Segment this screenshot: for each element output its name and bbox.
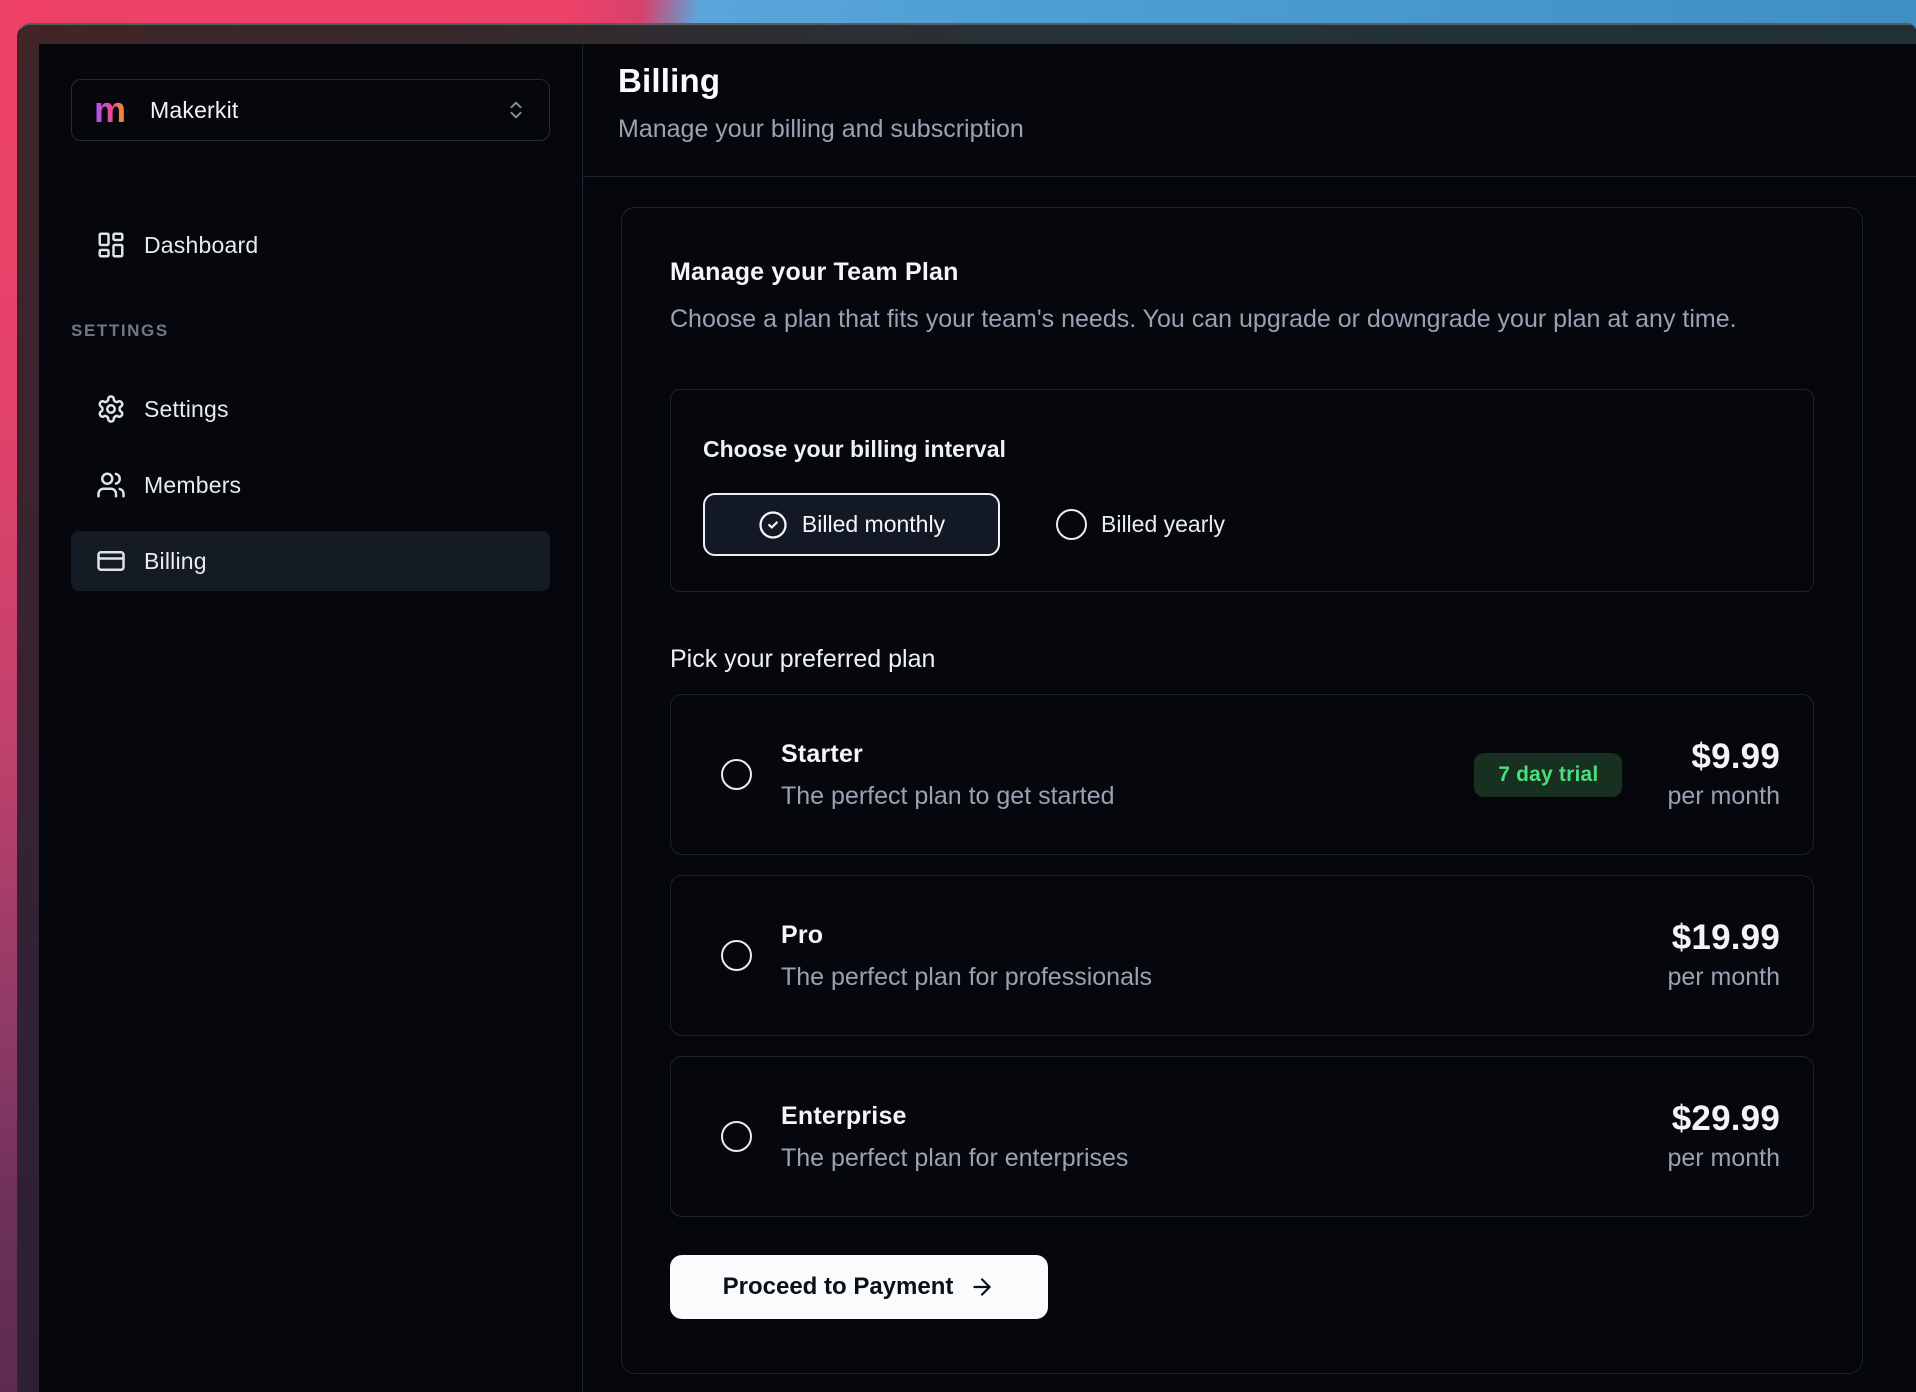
team-plan-card: Manage your Team Plan Choose a plan that… <box>621 207 1863 1374</box>
page-header: Billing Manage your billing and subscrip… <box>583 44 1916 177</box>
window-frame-top <box>18 25 1916 44</box>
team-selector[interactable]: m Makerkit <box>71 79 550 141</box>
sidebar-item-settings[interactable]: Settings <box>71 379 550 439</box>
proceed-to-payment-button[interactable]: Proceed to Payment <box>670 1255 1048 1319</box>
layout-dashboard-icon <box>96 230 126 260</box>
billing-interval-label: Choose your billing interval <box>703 436 1781 462</box>
team-plan-title: Manage your Team Plan <box>670 258 1814 286</box>
plan-info: Starter The perfect plan to get started <box>781 740 1115 810</box>
window-frame-left <box>18 25 39 1392</box>
billing-interval-card: Choose your billing interval Billed mont… <box>670 389 1814 592</box>
team-name: Makerkit <box>150 97 239 124</box>
page-title: Billing <box>618 66 1916 96</box>
plan-info: Enterprise The perfect plan for enterpri… <box>781 1102 1128 1172</box>
billing-interval-options: Billed monthly Billed yearly <box>703 493 1781 556</box>
arrow-right-icon <box>969 1274 995 1300</box>
plan-info: Pro The perfect plan for professionals <box>781 921 1152 991</box>
main-content: Billing Manage your billing and subscrip… <box>583 44 1916 1392</box>
radio-circle-icon[interactable] <box>721 1121 752 1152</box>
sidebar-item-billing[interactable]: Billing <box>71 531 550 591</box>
sidebar-item-members[interactable]: Members <box>71 455 550 515</box>
plan-name: Starter <box>781 740 1115 768</box>
credit-card-icon <box>96 546 126 576</box>
page-subtitle: Manage your billing and subscription <box>618 117 1916 142</box>
sidebar-item-label: Dashboard <box>144 232 258 259</box>
plan-card-starter[interactable]: Starter The perfect plan to get started … <box>670 694 1814 855</box>
billed-monthly-option[interactable]: Billed monthly <box>703 493 1000 556</box>
plan-pricing: $19.99 per month <box>1667 921 1780 990</box>
app-content: m Makerkit Dashboard SETTINGS Settings <box>39 44 1916 1392</box>
pick-plan-label: Pick your preferred plan <box>670 644 1814 674</box>
billed-monthly-label: Billed monthly <box>802 511 945 538</box>
price-stack: $19.99 per month <box>1667 921 1780 990</box>
trial-badge: 7 day trial <box>1474 753 1622 797</box>
plan-name: Enterprise <box>781 1102 1128 1130</box>
plan-description: The perfect plan for enterprises <box>781 1144 1128 1172</box>
radio-circle-icon[interactable] <box>721 940 752 971</box>
plan-pricing: $29.99 per month <box>1667 1102 1780 1171</box>
price-stack: $9.99 per month <box>1667 740 1780 809</box>
plan-period: per month <box>1667 783 1780 809</box>
plan-name: Pro <box>781 921 1152 949</box>
billed-yearly-option[interactable]: Billed yearly <box>1056 509 1225 540</box>
price-stack: $29.99 per month <box>1667 1102 1780 1171</box>
plan-pricing: 7 day trial $9.99 per month <box>1474 740 1780 809</box>
sidebar-section-settings: SETTINGS <box>71 321 550 343</box>
radio-circle-icon[interactable] <box>721 759 752 790</box>
app-window: m Makerkit Dashboard SETTINGS Settings <box>17 23 1916 1392</box>
users-icon <box>96 470 126 500</box>
makerkit-logo: m <box>94 92 126 128</box>
plan-period: per month <box>1667 964 1780 990</box>
plan-price: $19.99 <box>1672 921 1780 955</box>
plan-card-pro[interactable]: Pro The perfect plan for professionals $… <box>670 875 1814 1036</box>
sidebar: m Makerkit Dashboard SETTINGS Settings <box>39 44 583 1392</box>
plan-price: $29.99 <box>1672 1102 1780 1136</box>
plan-card-enterprise[interactable]: Enterprise The perfect plan for enterpri… <box>670 1056 1814 1217</box>
plan-price: $9.99 <box>1691 740 1780 774</box>
radio-circle-icon <box>1056 509 1087 540</box>
gear-icon <box>96 394 126 424</box>
team-plan-description: Choose a plan that fits your team's need… <box>670 304 1814 334</box>
plan-description: The perfect plan for professionals <box>781 963 1152 991</box>
chevrons-up-down-icon <box>505 99 527 121</box>
billed-yearly-label: Billed yearly <box>1101 511 1225 538</box>
proceed-button-label: Proceed to Payment <box>723 1273 954 1301</box>
plan-description: The perfect plan to get started <box>781 782 1115 810</box>
sidebar-item-label: Members <box>144 472 241 499</box>
plan-period: per month <box>1667 1145 1780 1171</box>
sidebar-item-label: Billing <box>144 548 207 575</box>
circle-check-icon <box>758 510 788 540</box>
sidebar-item-label: Settings <box>144 396 229 423</box>
sidebar-item-dashboard[interactable]: Dashboard <box>71 215 550 275</box>
